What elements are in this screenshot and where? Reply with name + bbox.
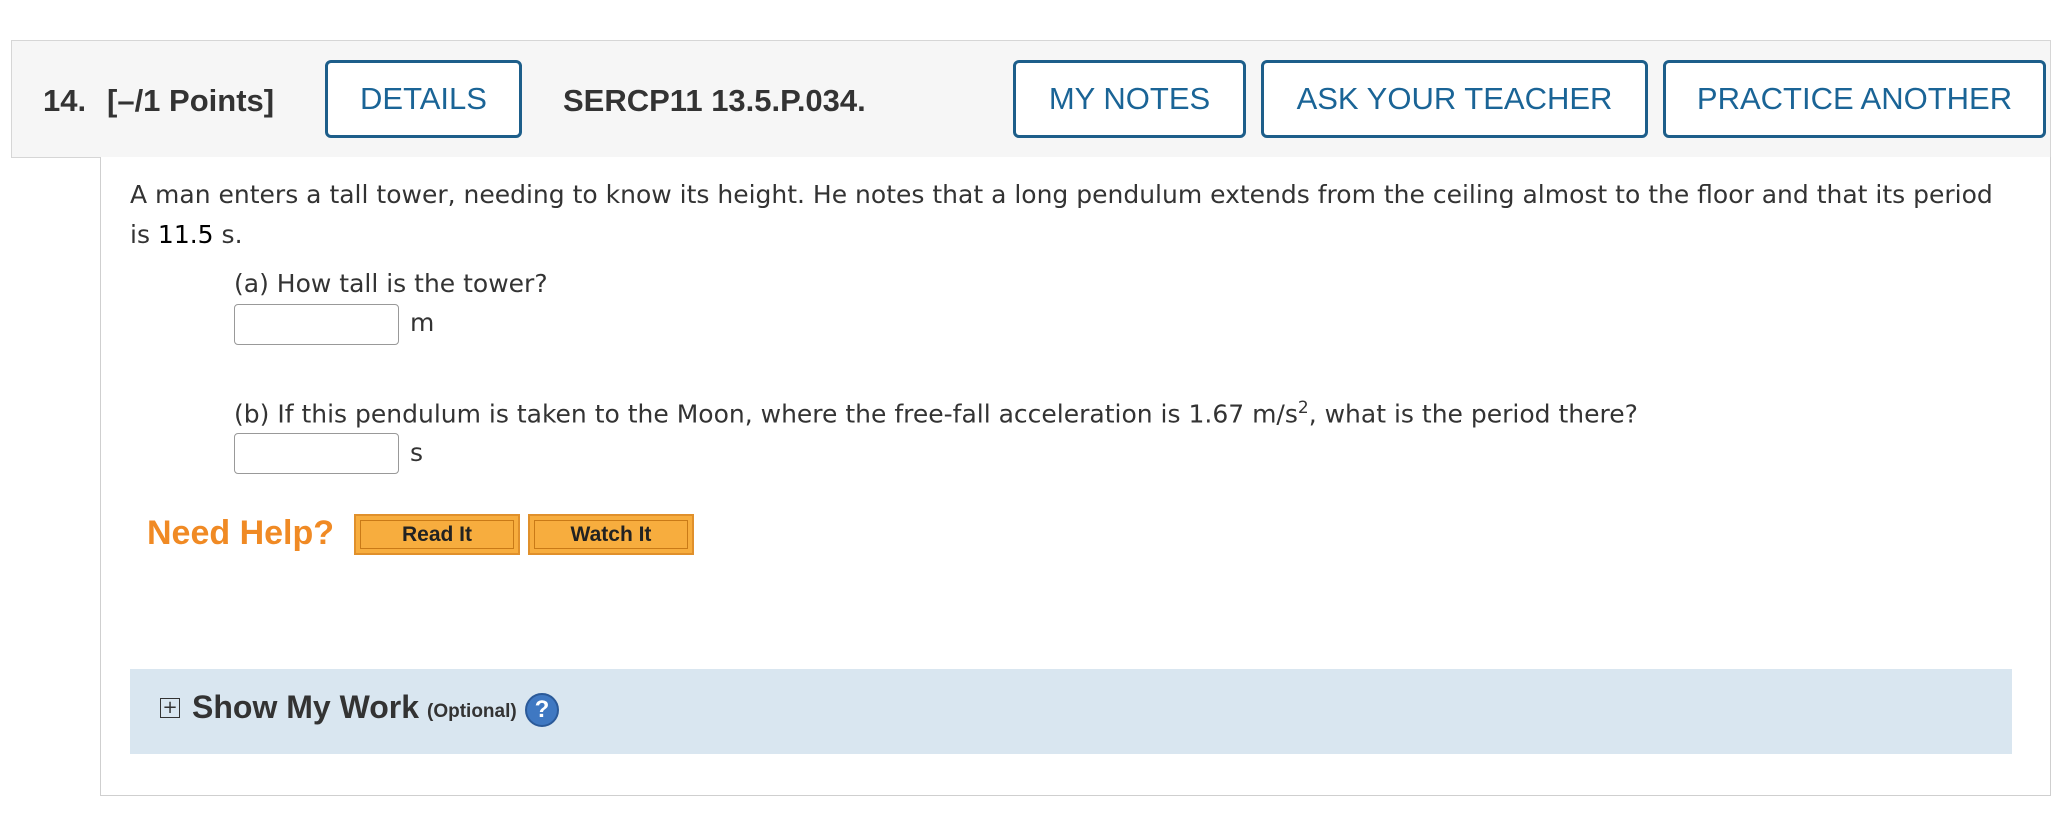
part-b-answer-input[interactable] — [234, 433, 399, 474]
question-header: 14. [–/1 Points] DETAILS SERCP11 13.5.P.… — [11, 40, 2051, 158]
help-question-icon[interactable]: ? — [525, 693, 559, 727]
part-b-prompt: (b) If this pendulum is taken to the Moo… — [234, 398, 1638, 428]
part-b-prompt-after: , what is the period there? — [1308, 399, 1638, 429]
period-value: 11.5 — [157, 220, 214, 249]
expand-plus-icon[interactable]: + — [160, 698, 180, 718]
question-text-before: A man enters a tall tower, needing to kn… — [130, 180, 1993, 249]
read-it-button[interactable]: Read It — [354, 514, 520, 555]
show-my-work-title[interactable]: Show My Work — [192, 689, 419, 726]
question-text: A man enters a tall tower, needing to kn… — [130, 175, 2010, 255]
details-button[interactable]: DETAILS — [325, 60, 522, 138]
part-a-unit: m — [410, 308, 435, 337]
part-a-answer-input[interactable] — [234, 304, 399, 345]
part-b-exponent: 2 — [1297, 398, 1309, 418]
need-help-label: Need Help? — [147, 514, 335, 552]
read-it-label: Read It — [360, 520, 514, 549]
watch-it-label: Watch It — [534, 520, 688, 549]
question-number: 14. — [43, 83, 87, 118]
points-label: [–/1 Points] — [107, 83, 275, 118]
show-my-work-bar[interactable]: + Show My Work (Optional) ? — [130, 669, 2012, 754]
part-b-prompt-before: (b) If this pendulum is taken to the Moo… — [234, 399, 1298, 429]
watch-it-button[interactable]: Watch It — [528, 514, 694, 555]
problem-code: SERCP11 13.5.P.034. — [563, 83, 866, 118]
ask-your-teacher-button[interactable]: ASK YOUR TEACHER — [1261, 60, 1648, 138]
practice-another-button[interactable]: PRACTICE ANOTHER — [1663, 60, 2046, 138]
question-text-after: s. — [213, 220, 243, 249]
my-notes-button[interactable]: MY NOTES — [1013, 60, 1246, 138]
optional-label: (Optional) — [427, 701, 517, 722]
part-a-prompt: (a) How tall is the tower? — [234, 269, 548, 298]
part-b-unit: s — [410, 438, 424, 467]
